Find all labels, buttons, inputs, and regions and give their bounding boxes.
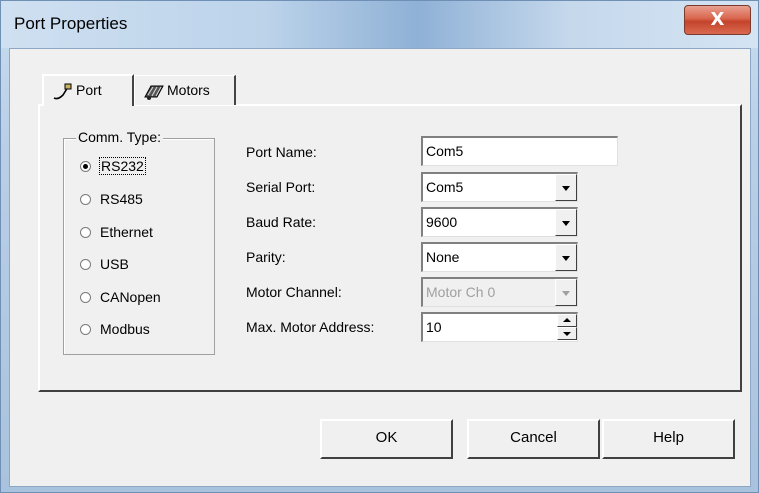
ok-button[interactable]: OK (320, 419, 453, 459)
serial-port-select[interactable]: Com5 (421, 172, 578, 202)
radio-label: Ethernet (100, 224, 153, 240)
tab-motors-label: Motors (167, 82, 210, 98)
radio-usb[interactable]: USB (80, 253, 129, 275)
dialog-client-area: Port Motors Comm. Type: RS232 RS485 Ethe… (9, 48, 751, 487)
serial-port-label: Serial Port: (246, 179, 316, 195)
window-title: Port Properties (14, 14, 128, 33)
motor-channel-select: Motor Ch 0 (421, 277, 578, 307)
port-properties-window: Port Properties X Port Motors Comm. Type… (0, 0, 759, 493)
radio-label: RS232 (99, 157, 146, 175)
parity-value: None (426, 249, 460, 265)
radio-indicator (80, 291, 91, 303)
radio-label: CANopen (100, 289, 161, 305)
tab-port[interactable]: Port (42, 74, 134, 106)
radio-ethernet[interactable]: Ethernet (80, 221, 153, 243)
baud-rate-value: 9600 (426, 214, 458, 230)
chevron-down-icon (555, 279, 577, 306)
port-tab-panel: Comm. Type: RS232 RS485 Ethernet USB CAN… (38, 104, 742, 392)
title-bar[interactable]: Port Properties X (1, 1, 758, 48)
tab-port-label: Port (76, 82, 102, 98)
radio-indicator (80, 226, 91, 238)
radio-label: USB (100, 256, 129, 272)
radio-modbus[interactable]: Modbus (80, 318, 150, 340)
comm-type-legend: Comm. Type: (76, 129, 163, 145)
radio-indicator (80, 193, 91, 205)
baud-rate-select[interactable]: 9600 (421, 207, 578, 237)
max-motor-address-label: Max. Motor Address: (246, 319, 375, 335)
baud-rate-label: Baud Rate: (246, 214, 317, 230)
motor-channel-value: Motor Ch 0 (426, 284, 496, 300)
decrement-arrow-icon[interactable] (557, 327, 577, 340)
chevron-down-icon[interactable] (555, 174, 577, 201)
comm-type-group: Comm. Type: RS232 RS485 Ethernet USB CAN… (63, 129, 215, 355)
radio-rs485[interactable]: RS485 (80, 188, 143, 210)
radio-label: RS485 (100, 191, 143, 207)
cancel-button[interactable]: Cancel (467, 419, 600, 459)
max-motor-address-value: 10 (426, 319, 442, 335)
radio-canopen[interactable]: CANopen (80, 286, 161, 308)
port-icon (52, 82, 72, 100)
port-name-label: Port Name: (246, 144, 317, 160)
close-button[interactable]: X (684, 5, 751, 35)
increment-arrow-icon[interactable] (557, 314, 577, 327)
chevron-down-icon[interactable] (555, 244, 577, 271)
parity-label: Parity: (246, 249, 286, 265)
serial-port-value: Com5 (426, 179, 464, 195)
port-name-input[interactable]: Com5 (421, 136, 618, 166)
help-button[interactable]: Help (602, 419, 735, 459)
radio-label: Modbus (100, 321, 150, 337)
motors-icon (143, 82, 164, 101)
motor-channel-label: Motor Channel: (246, 284, 342, 300)
tab-motors[interactable]: Motors (134, 75, 236, 105)
chevron-down-icon[interactable] (555, 209, 577, 236)
parity-select[interactable]: None (421, 242, 578, 272)
radio-indicator (80, 323, 91, 335)
radio-indicator (80, 258, 91, 270)
radio-rs232[interactable]: RS232 (80, 155, 146, 177)
max-motor-address-stepper[interactable]: 10 (421, 312, 578, 342)
radio-selected-indicator (80, 160, 91, 172)
